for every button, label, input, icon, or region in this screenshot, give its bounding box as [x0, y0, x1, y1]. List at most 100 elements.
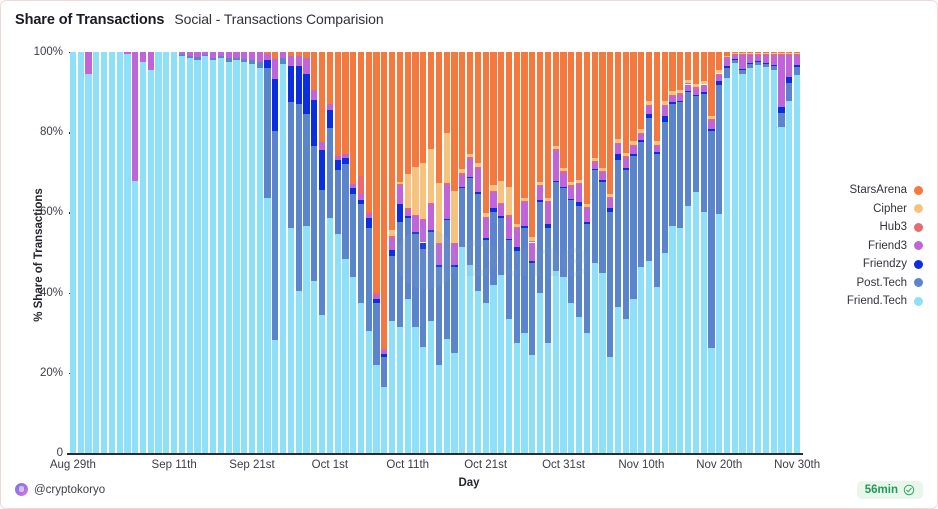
bar-column[interactable]: [404, 52, 411, 453]
bar-column[interactable]: [209, 52, 217, 453]
bar-column[interactable]: [700, 52, 707, 453]
legend-item-starsarena[interactable]: StarsArena: [811, 184, 923, 196]
bar-column[interactable]: [770, 52, 777, 453]
bar-column[interactable]: [591, 52, 598, 453]
bar-column[interactable]: [69, 52, 76, 453]
bar-column[interactable]: [272, 52, 279, 453]
bar-column[interactable]: [342, 52, 349, 453]
bar-column[interactable]: [85, 52, 92, 453]
bar-column[interactable]: [622, 52, 629, 453]
bar-column[interactable]: [381, 52, 388, 453]
bar-column[interactable]: [420, 52, 427, 453]
bar-column[interactable]: [568, 52, 575, 453]
bar-column[interactable]: [560, 52, 567, 453]
bar-column[interactable]: [334, 52, 341, 453]
bar-column[interactable]: [793, 52, 801, 453]
legend-item-cipher[interactable]: Cipher: [811, 203, 923, 215]
bar-column[interactable]: [529, 52, 536, 453]
bar-column[interactable]: [225, 52, 232, 453]
bar-column[interactable]: [575, 52, 583, 453]
bar-column[interactable]: [132, 52, 139, 453]
bar-column[interactable]: [630, 52, 637, 453]
bar-column[interactable]: [739, 52, 746, 453]
legend-item-hub3[interactable]: Hub3: [811, 221, 923, 233]
bar-column[interactable]: [443, 52, 450, 453]
bar-column[interactable]: [762, 52, 770, 453]
bar-column[interactable]: [77, 52, 84, 453]
bar-column[interactable]: [614, 52, 622, 453]
bar-column[interactable]: [599, 52, 606, 453]
bar-column[interactable]: [747, 52, 754, 453]
bar-column[interactable]: [171, 52, 178, 453]
bar-column[interactable]: [194, 52, 201, 453]
bar-column[interactable]: [716, 52, 723, 453]
bar-column[interactable]: [731, 52, 738, 453]
bar-column[interactable]: [280, 52, 287, 453]
bar-column[interactable]: [116, 52, 123, 453]
bar-column[interactable]: [521, 52, 528, 453]
legend-item-friend-tech[interactable]: Friend.Tech: [811, 295, 923, 307]
bar-column[interactable]: [93, 52, 100, 453]
bar-column[interactable]: [778, 52, 785, 453]
bar-column[interactable]: [653, 52, 661, 453]
bar-column[interactable]: [427, 52, 435, 453]
legend-item-friendzy[interactable]: Friendzy: [811, 258, 923, 270]
bar-column[interactable]: [505, 52, 513, 453]
bar-column[interactable]: [435, 52, 442, 453]
bar-column[interactable]: [544, 52, 552, 453]
legend-item-friend3[interactable]: Friend3: [811, 240, 923, 252]
bar-column[interactable]: [498, 52, 505, 453]
bar-column[interactable]: [233, 52, 240, 453]
bar-column[interactable]: [241, 52, 248, 453]
bar-column[interactable]: [537, 52, 544, 453]
bar-column[interactable]: [248, 52, 256, 453]
bar-column[interactable]: [163, 52, 170, 453]
bar-column[interactable]: [326, 52, 333, 453]
bar-column[interactable]: [303, 52, 310, 453]
bar-column[interactable]: [646, 52, 653, 453]
legend-item-post-tech[interactable]: Post.Tech: [811, 277, 923, 289]
bar-column[interactable]: [108, 52, 115, 453]
bar-column[interactable]: [513, 52, 520, 453]
bar-column[interactable]: [396, 52, 404, 453]
bar-column[interactable]: [474, 52, 481, 453]
bar-column[interactable]: [256, 52, 263, 453]
bar-column[interactable]: [552, 52, 559, 453]
bar-column[interactable]: [755, 52, 762, 453]
bar-column[interactable]: [684, 52, 692, 453]
bar-column[interactable]: [466, 52, 474, 453]
bar-column[interactable]: [139, 52, 147, 453]
bar-column[interactable]: [318, 52, 326, 453]
bar-column[interactable]: [147, 52, 154, 453]
bar-column[interactable]: [264, 52, 271, 453]
bar-column[interactable]: [786, 52, 793, 453]
bar-column[interactable]: [723, 52, 731, 453]
bar-column[interactable]: [607, 52, 614, 453]
bar-column[interactable]: [217, 52, 224, 453]
bar-column[interactable]: [583, 52, 590, 453]
bar-column[interactable]: [186, 52, 193, 453]
bar-column[interactable]: [482, 52, 489, 453]
bar-column[interactable]: [295, 52, 302, 453]
bar-column[interactable]: [661, 52, 668, 453]
status-badge[interactable]: 56min: [856, 481, 923, 499]
bar-column[interactable]: [311, 52, 318, 453]
bar-column[interactable]: [350, 52, 357, 453]
bar-column[interactable]: [124, 52, 131, 453]
bar-column[interactable]: [490, 52, 497, 453]
bar-column[interactable]: [287, 52, 295, 453]
bar-column[interactable]: [389, 52, 396, 453]
bar-column[interactable]: [202, 52, 209, 453]
bar-column[interactable]: [669, 52, 676, 453]
bar-column[interactable]: [412, 52, 419, 453]
bar-column[interactable]: [451, 52, 458, 453]
bar-column[interactable]: [100, 52, 108, 453]
bar-column[interactable]: [178, 52, 186, 453]
bar-column[interactable]: [365, 52, 372, 453]
bar-column[interactable]: [708, 52, 715, 453]
bar-column[interactable]: [692, 52, 699, 453]
bar-column[interactable]: [677, 52, 684, 453]
bar-column[interactable]: [357, 52, 365, 453]
bar-column[interactable]: [638, 52, 645, 453]
bar-column[interactable]: [373, 52, 380, 453]
